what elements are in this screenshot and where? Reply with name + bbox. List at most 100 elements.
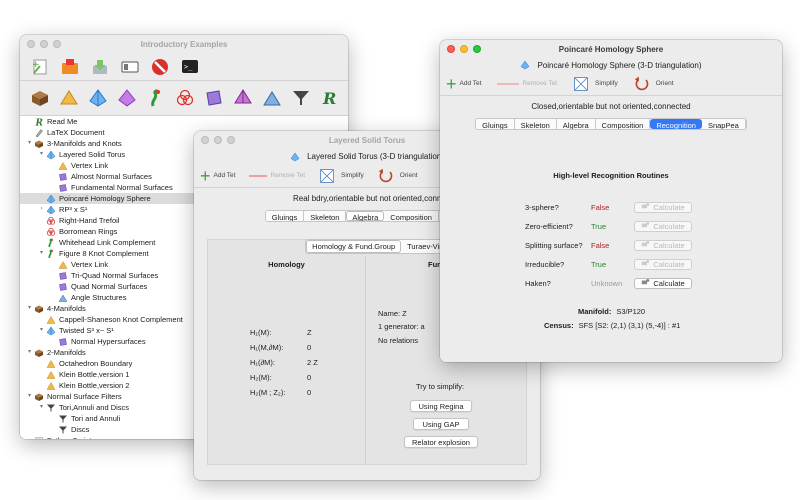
tree-item-label: Normal Surface Filters [47, 392, 122, 401]
file-toolbar: + >_ [20, 53, 348, 81]
minimize-button[interactable] [214, 136, 222, 144]
using-gap-button[interactable]: Using GAP [413, 418, 469, 430]
disclosure-arrow-icon[interactable]: ▾ [37, 248, 46, 259]
filter-icon[interactable] [291, 88, 311, 108]
try-simplify-label: Try to simplify: [416, 382, 465, 391]
close-button[interactable] [447, 45, 455, 53]
window-title: Introductory Examples [140, 39, 228, 49]
surfaces-icon [58, 282, 68, 292]
disclosure-arrow-icon[interactable]: ▾ [25, 138, 34, 149]
using-regina-button[interactable]: Using Regina [410, 400, 472, 412]
triangulation-icon [520, 60, 530, 70]
disclosure-arrow-icon[interactable]: ▾ [25, 303, 34, 314]
homology-value: 0 [307, 343, 312, 352]
recognition-label: Zero-efficient? [525, 221, 573, 231]
triangle-icon[interactable] [59, 88, 79, 108]
tab-skeleton[interactable]: Skeleton [514, 119, 557, 129]
disclosure-arrow-icon[interactable]: ▾ [37, 149, 46, 160]
minimize-button[interactable] [460, 45, 468, 53]
tab-composition[interactable]: Composition [384, 211, 439, 221]
tab-homology-fund-group[interactable]: Homology & Fund.Group [306, 240, 402, 253]
container-icon [34, 139, 44, 149]
close-button[interactable] [201, 136, 209, 144]
container-icon[interactable] [30, 88, 50, 108]
recognition-row: Splitting surface? False Calculate [440, 239, 782, 251]
svg-text:R: R [35, 118, 44, 127]
calculate-button[interactable]: Calculate [634, 258, 692, 270]
homology-label: H₂(M ; Z₂): [250, 388, 286, 397]
stop-icon[interactable] [150, 57, 170, 77]
simplify-button[interactable]: Simplify [319, 168, 364, 184]
zoom-button[interactable] [227, 136, 235, 144]
angles-icon[interactable] [262, 88, 282, 108]
surfaces-icon[interactable] [204, 88, 224, 108]
packet-subtitle: Poincaré Homology Sphere (3-D triangulat… [537, 60, 702, 70]
calculate-icon [641, 221, 650, 231]
terminal-icon[interactable]: >_ [180, 57, 200, 77]
recognition-panel: High-level Recognition Routines 3-sphere… [440, 136, 782, 362]
triangle-icon [46, 359, 56, 369]
tab-algebra[interactable]: Algebra [556, 119, 596, 129]
disclosure-arrow-icon[interactable]: ▾ [25, 347, 34, 358]
tree-item-label: Poincaré Homology Sphere [59, 194, 151, 203]
triangulation-icon[interactable] [88, 88, 108, 108]
tab-skeleton[interactable]: Skeleton [304, 211, 347, 221]
titlebar[interactable]: Poincaré Homology Sphere [440, 40, 782, 58]
regina-icon[interactable]: R [320, 88, 340, 108]
calculate-button[interactable]: Calculate [634, 277, 692, 289]
recognition-value: True [591, 259, 607, 269]
titlebar[interactable]: Introductory Examples [20, 35, 348, 53]
surfaces-icon [58, 337, 68, 347]
simplify-button[interactable]: Simplify [573, 76, 618, 92]
zoom-button[interactable] [473, 45, 481, 53]
snappea-icon[interactable] [146, 88, 166, 108]
group-name: Name: Z [378, 309, 407, 318]
trefoil-icon [46, 216, 56, 226]
open-folder-icon[interactable] [60, 57, 80, 77]
tab-algebra[interactable]: Algebra [346, 211, 385, 221]
calculate-button[interactable]: Calculate [634, 201, 692, 213]
triangulation-toolbar: + Add Tet Remove Tet Simplify Orient [440, 72, 782, 96]
remove-tet-button[interactable]: Remove Tet [249, 172, 305, 179]
orient-button[interactable]: Orient [378, 168, 418, 184]
tree-item-label: 3-Manifolds and Knots [47, 139, 122, 148]
tetrahedron-icon[interactable] [117, 88, 137, 108]
tab-composition[interactable]: Composition [595, 119, 651, 129]
tree-item[interactable]: R Read Me [20, 116, 348, 127]
disclosure-arrow-icon[interactable]: › [37, 204, 46, 215]
orient-button[interactable]: Orient [634, 76, 674, 92]
add-tet-button[interactable]: + Add Tet [200, 167, 235, 185]
homology-value: 0 [307, 373, 312, 382]
calculate-button[interactable]: Calculate [634, 239, 692, 251]
trefoil-icon[interactable] [175, 88, 195, 108]
tree-item-label: Fundamental Normal Surfaces [71, 183, 173, 192]
new-file-icon[interactable]: + [30, 57, 50, 77]
tab-gluings[interactable]: Gluings [265, 211, 305, 221]
tree-item-label: Quad Normal Surfaces [71, 282, 148, 291]
disclosure-arrow-icon[interactable]: ▾ [37, 402, 46, 413]
filter-icon [58, 414, 68, 424]
window-title: Layered Solid Torus [328, 135, 406, 145]
tree-item-label: Tori and Annuli [71, 414, 121, 423]
tab-recognition[interactable]: Recognition [650, 119, 702, 129]
calculate-button[interactable]: Calculate [634, 220, 692, 232]
disclosure-arrow-icon[interactable]: ▾ [37, 325, 46, 336]
relator-explosion-button[interactable]: Relator explosion [404, 436, 478, 448]
window-controls [447, 45, 481, 53]
tree-item-label: Discs [71, 425, 90, 434]
add-tet-button[interactable]: + Add Tet [446, 75, 481, 93]
filter-icon [58, 425, 68, 435]
triangulation-icon [46, 326, 56, 336]
tree-item-label: Read Me [47, 117, 78, 126]
save-file-icon[interactable] [90, 57, 110, 77]
close-button[interactable] [27, 40, 35, 48]
zoom-button[interactable] [53, 40, 61, 48]
remove-tet-button[interactable]: Remove Tet [497, 80, 557, 87]
tab-gluings[interactable]: Gluings [476, 119, 515, 129]
hypersurface-icon[interactable] [233, 88, 253, 108]
trefoil-icon [46, 227, 56, 237]
window-icon[interactable] [120, 57, 140, 77]
minimize-button[interactable] [40, 40, 48, 48]
tab-snappea[interactable]: SnapPea [701, 119, 746, 129]
disclosure-arrow-icon[interactable]: ▾ [25, 391, 34, 402]
